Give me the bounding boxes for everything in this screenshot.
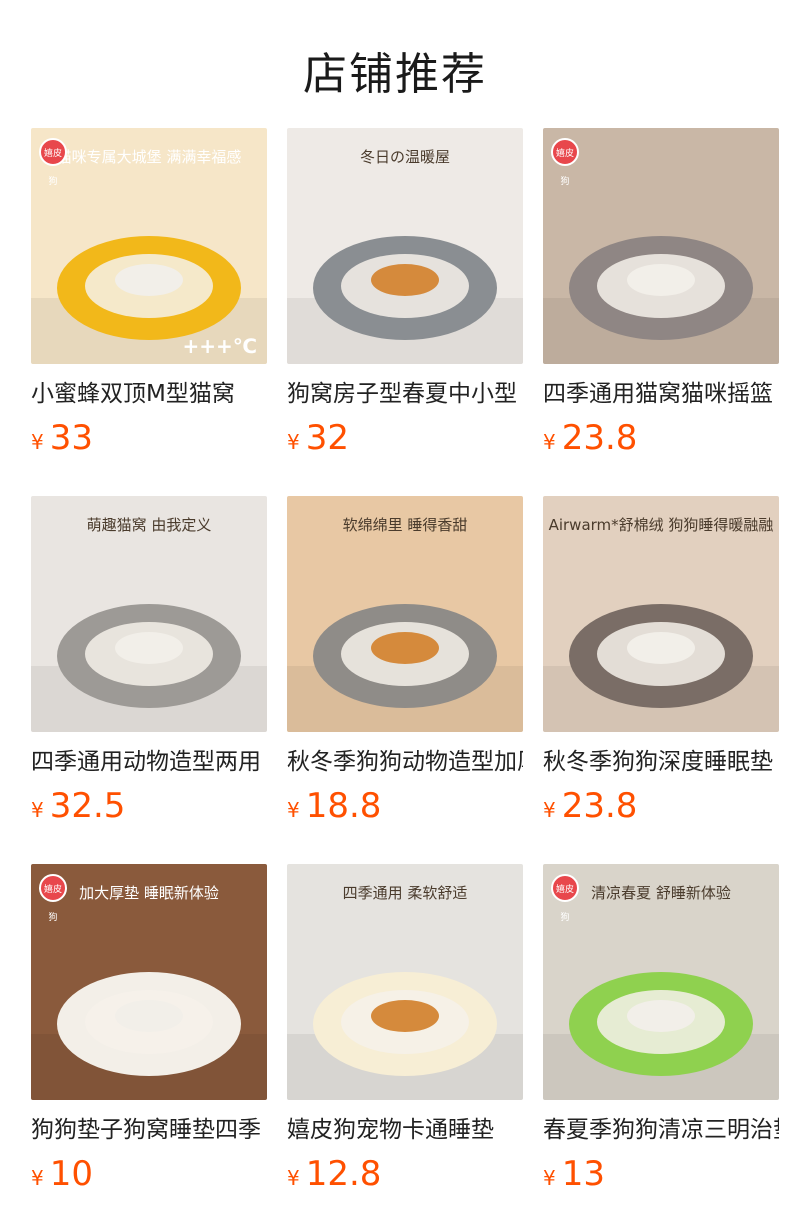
- product-name[interactable]: 四季通用猫窝猫咪摇篮: [543, 378, 779, 410]
- currency-symbol: ¥: [31, 430, 44, 454]
- currency-symbol: ¥: [543, 1166, 556, 1190]
- currency-symbol: ¥: [543, 430, 556, 454]
- product-image[interactable]: 加大厚垫 睡眠新体验 嬉皮狗: [31, 864, 267, 1100]
- product-name[interactable]: 春夏季狗狗清凉三明治垫: [543, 1114, 779, 1146]
- product-card-4[interactable]: 萌趣猫窝 由我定义 四季通用动物造型两用 ¥32.5: [31, 496, 267, 864]
- price-value: 12.8: [305, 1154, 382, 1194]
- price-value: 10: [49, 1154, 93, 1194]
- product-price: ¥23.8: [543, 786, 779, 826]
- product-name[interactable]: 狗窝房子型春夏中小型: [287, 378, 523, 410]
- price-value: 23.8: [561, 786, 638, 826]
- currency-symbol: ¥: [287, 798, 300, 822]
- currency-symbol: ¥: [31, 1166, 44, 1190]
- product-card-5[interactable]: 软绵绵里 睡得香甜 秋冬季狗狗动物造型加厚 ¥18.8: [287, 496, 523, 864]
- product-price: ¥33: [31, 418, 267, 458]
- product-card-8[interactable]: 四季通用 柔软舒适 嬉皮狗宠物卡通睡垫 ¥12.8: [287, 864, 523, 1232]
- brand-badge: 嬉皮狗: [551, 138, 579, 187]
- image-caption: Airwarm*舒棉绒 狗狗睡得暖融融: [548, 516, 774, 534]
- product-price: ¥32: [287, 418, 523, 458]
- product-card-9[interactable]: 清凉春夏 舒睡新体验 嬉皮狗 春夏季狗狗清凉三明治垫 ¥13: [543, 864, 779, 1232]
- price-value: 18.8: [305, 786, 382, 826]
- product-card-7[interactable]: 加大厚垫 睡眠新体验 嬉皮狗 狗狗垫子狗窝睡垫四季 ¥10: [31, 864, 267, 1232]
- product-name[interactable]: 嬉皮狗宠物卡通睡垫: [287, 1114, 523, 1146]
- price-value: 32: [305, 418, 349, 458]
- image-caption: 萌趣猫窝 由我定义: [86, 516, 212, 534]
- currency-symbol: ¥: [287, 1166, 300, 1190]
- section-title: 店铺推荐: [303, 49, 487, 100]
- image-caption: 软绵绵里 睡得香甜: [342, 516, 468, 534]
- product-name[interactable]: 狗狗垫子狗窝睡垫四季: [31, 1114, 267, 1146]
- product-card-1[interactable]: 猫咪专属大城堡 满满幸福感 嬉皮狗 +++℃ 小蜜蜂双顶M型猫窝 ¥33: [31, 128, 267, 496]
- product-image[interactable]: 冬日の温暖屋: [287, 128, 523, 364]
- product-image[interactable]: Airwarm*舒棉绒 狗狗睡得暖融融: [543, 496, 779, 732]
- product-card-3[interactable]: 嬉皮狗 四季通用猫窝猫咪摇篮 ¥23.8: [543, 128, 779, 496]
- currency-symbol: ¥: [543, 798, 556, 822]
- currency-symbol: ¥: [31, 798, 44, 822]
- product-price: ¥23.8: [543, 418, 779, 458]
- currency-symbol: ¥: [287, 430, 300, 454]
- brand-badge: 嬉皮狗: [39, 874, 67, 923]
- product-name[interactable]: 四季通用动物造型两用: [31, 746, 267, 778]
- image-note: +++℃: [182, 334, 258, 358]
- product-image[interactable]: 四季通用 柔软舒适: [287, 864, 523, 1100]
- product-name[interactable]: 秋冬季狗狗深度睡眠垫: [543, 746, 779, 778]
- product-price: ¥32.5: [31, 786, 267, 826]
- price-value: 32.5: [49, 786, 126, 826]
- image-caption: 四季通用 柔软舒适: [342, 884, 468, 902]
- product-price: ¥18.8: [287, 786, 523, 826]
- product-price: ¥10: [31, 1154, 267, 1194]
- product-grid: 猫咪专属大城堡 满满幸福感 嬉皮狗 +++℃ 小蜜蜂双顶M型猫窝 ¥33 冬日の…: [31, 128, 779, 1232]
- price-value: 33: [49, 418, 93, 458]
- product-card-2[interactable]: 冬日の温暖屋 狗窝房子型春夏中小型 ¥32: [287, 128, 523, 496]
- product-card-6[interactable]: Airwarm*舒棉绒 狗狗睡得暖融融 秋冬季狗狗深度睡眠垫 ¥23.8: [543, 496, 779, 864]
- brand-badge: 嬉皮狗: [551, 874, 579, 923]
- product-price: ¥12.8: [287, 1154, 523, 1194]
- product-image[interactable]: 萌趣猫窝 由我定义: [31, 496, 267, 732]
- brand-badge: 嬉皮狗: [39, 138, 67, 187]
- product-image[interactable]: 嬉皮狗: [543, 128, 779, 364]
- product-image[interactable]: 清凉春夏 舒睡新体验 嬉皮狗: [543, 864, 779, 1100]
- price-value: 23.8: [561, 418, 638, 458]
- price-value: 13: [561, 1154, 605, 1194]
- product-image[interactable]: 猫咪专属大城堡 满满幸福感 嬉皮狗 +++℃: [31, 128, 267, 364]
- image-caption: 冬日の温暖屋: [359, 148, 450, 166]
- product-illustration: [543, 128, 779, 364]
- product-name[interactable]: 小蜜蜂双顶M型猫窝: [31, 378, 267, 410]
- product-price: ¥13: [543, 1154, 779, 1194]
- product-image[interactable]: 软绵绵里 睡得香甜: [287, 496, 523, 732]
- product-name[interactable]: 秋冬季狗狗动物造型加厚: [287, 746, 523, 778]
